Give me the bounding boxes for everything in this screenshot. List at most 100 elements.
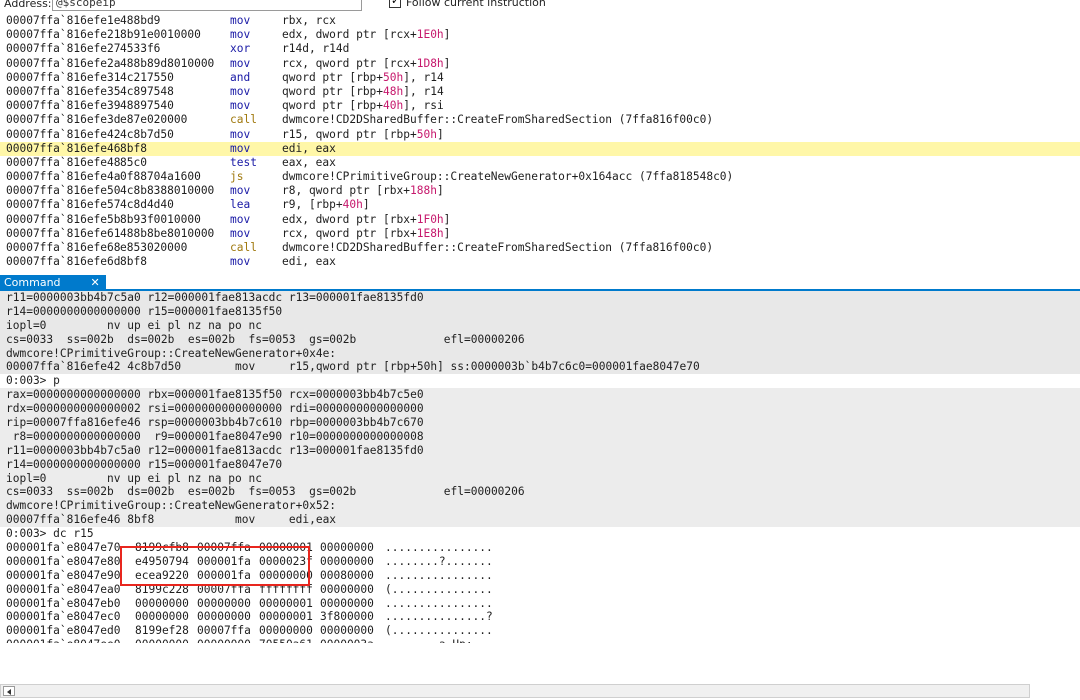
close-icon[interactable]: ✕: [91, 276, 100, 289]
instruction-row[interactable]: 00007ffa`816efe5b 8b93f0010000 mov edx, dwo…: [0, 213, 1080, 227]
instruction-bytes: e853020000: [120, 241, 188, 254]
instruction-operands: dwmcore!CD2DSharedBuffer::CreateFromShar…: [282, 241, 714, 254]
instruction-address: 00007ffa`816efe46: [6, 141, 121, 155]
instruction-bytes: 8bf8: [120, 255, 147, 269]
instruction-address: 00007ffa`816efe39: [6, 99, 121, 113]
memory-dword: 00000000: [197, 596, 251, 610]
current-instruction-row[interactable]: 00007ffa`816efe46 8bf8 mov edi, eax: [0, 141, 1080, 156]
instruction-row[interactable]: 00007ffa`816efe21 8b91e0010000 mov edx, dwo…: [0, 28, 1080, 42]
address-label: Address:: [4, 0, 52, 10]
instruction-address: 00007ffa`816efe6d: [6, 255, 121, 269]
memory-ascii: ........a.Up:...: [385, 638, 493, 643]
memory-ascii: (...............: [385, 582, 493, 596]
memory-ascii: ................: [385, 596, 493, 610]
output-line: rdx=0000000000000002 rsi=000000000000000…: [6, 402, 424, 416]
output-line: cs=0033 ss=002b ds=002b es=002b fs=0053 …: [6, 332, 525, 346]
prompt-dc: 0:003> dc r15: [6, 527, 94, 541]
memory-dword: 00000000: [320, 596, 374, 610]
output-line: iopl=0 nv up ei pl nz na po nc: [6, 318, 262, 332]
memory-dword: 00000000: [320, 582, 374, 596]
memory-row: 000001fa`e8047ee0 00000000 00000000 70550a6…: [0, 638, 1080, 643]
memory-ascii: ...............?: [385, 610, 493, 624]
instruction-address: 00007ffa`816efe21: [6, 28, 121, 42]
instruction-address: 00007ffa`816efe31: [6, 70, 121, 84]
instruction-row[interactable]: 00007ffa`816efe31 4c217550 and qword ptr [r…: [0, 71, 1080, 85]
instruction-row[interactable]: 00007ffa`816efe3d e87e020000 call dwmcore!C…: [0, 113, 1080, 127]
tab-command-label: Command: [4, 276, 61, 289]
memory-ascii: ................: [385, 541, 493, 555]
instruction-bytes: 8bf8: [120, 141, 147, 155]
output-line: cs=0033 ss=002b ds=002b es=002b fs=0053 …: [6, 485, 525, 499]
instruction-row[interactable]: 00007ffa`816efe4a 0f88704a1600 js dwmcore!C…: [0, 170, 1080, 184]
instruction-bytes: 4c8b7d50: [120, 127, 174, 141]
memory-address: 000001fa`e8047ea0: [6, 582, 121, 596]
instruction-operands: edi, eax: [282, 255, 336, 269]
instruction-row[interactable]: 00007ffa`816efe61 488b8be8010000 mov rcx, q…: [0, 227, 1080, 241]
instruction-row[interactable]: 00007ffa`816efe6d 8bf8 mov edi, eax: [0, 255, 1080, 269]
instruction-address: 00007ffa`816efe3d: [6, 113, 121, 127]
instruction-mnemonic: mov: [230, 226, 251, 240]
memory-address: 000001fa`e8047e80: [6, 554, 121, 568]
instruction-address: 00007ffa`816efe2a: [6, 56, 121, 70]
instruction-mnemonic: mov: [230, 84, 251, 98]
command-input-area[interactable]: [0, 645, 1080, 681]
follow-checkbox[interactable]: [389, 0, 401, 8]
instruction-address: 00007ffa`816efe48: [6, 155, 121, 169]
instruction-operands: eax, eax: [282, 155, 336, 169]
instruction-row[interactable]: 00007ffa`816efe42 4c8b7d50 mov r15, qword p…: [0, 128, 1080, 142]
instruction-row[interactable]: 00007ffa`816efe57 4c8d4d40 lea r9, [rbp+40h…: [0, 198, 1080, 212]
instruction-address: 00007ffa`816efe27: [6, 42, 121, 56]
output-line: r11=0000003bb4b7c5a0 r12=000001fae813acd…: [6, 443, 424, 457]
instruction-operands: r14d, r14d: [282, 42, 350, 56]
command-output: r11=0000003bb4b7c5a0 r12=000001fae813acd…: [0, 291, 1080, 643]
instruction-row[interactable]: 00007ffa`816efe39 48897540 mov qword ptr [r…: [0, 99, 1080, 113]
address-bar: Address: @$scopeip Follow current instru…: [0, 0, 1080, 14]
instruction-bytes: 4c8b8388010000: [120, 184, 215, 198]
instruction-bytes: 48897540: [120, 99, 174, 113]
memory-dword: 3f800000: [320, 610, 374, 624]
memory-dword: 00000000: [320, 541, 374, 555]
instruction-bytes: 4c897548: [120, 84, 174, 98]
memory-row: 000001fa`e8047eb0 00000000 00000000 0000000…: [0, 597, 1080, 611]
memory-address: 000001fa`e8047ee0: [6, 638, 121, 643]
scroll-left-icon[interactable]: [3, 686, 15, 696]
address-input[interactable]: @$scopeip: [52, 0, 362, 11]
instruction-bytes: 488b89d8010000: [120, 56, 215, 70]
output-line: r11=0000003bb4b7c5a0 r12=000001fae813acd…: [6, 291, 424, 304]
instruction-row[interactable]: 00007ffa`816efe35 4c897548 mov qword ptr [r…: [0, 85, 1080, 99]
instruction-operands: dwmcore!CD2DSharedBuffer::CreateFromShar…: [282, 113, 714, 127]
instruction-mnemonic: and: [230, 70, 251, 84]
instruction-operands: r9, [rbp+40h]: [282, 198, 370, 212]
instruction-row[interactable]: 00007ffa`816efe68 e853020000 call dwmcore!C…: [0, 241, 1080, 255]
instruction-mnemonic: mov: [230, 212, 251, 226]
instruction-address: 00007ffa`816efe68: [6, 241, 121, 254]
output-line: rip=00007ffa816efe46 rsp=0000003bb4b7c61…: [6, 416, 424, 430]
output-line: iopl=0 nv up ei pl nz na po nc: [6, 471, 262, 485]
memory-dword: 0000003a: [320, 638, 374, 643]
instruction-row[interactable]: 00007ffa`816efe50 4c8b8388010000 mov r8, qw…: [0, 184, 1080, 198]
instruction-row[interactable]: 00007ffa`816efe1e 488bd9 mov rbx, rcx: [0, 14, 1080, 28]
horizontal-scrollbar[interactable]: [0, 684, 1030, 698]
instruction-operands: rcx, qword ptr [rbx+1E8h]: [282, 226, 451, 240]
instruction-mnemonic: call: [230, 241, 257, 254]
instruction-row[interactable]: 00007ffa`816efe2a 488b89d8010000 mov rcx, q…: [0, 57, 1080, 71]
annotation-highlight-box: [120, 546, 310, 586]
instruction-operands: qword ptr [rbp+40h], rsi: [282, 99, 444, 113]
current-step-output: rax=0000000000000000 rbx=000001fae8135f5…: [0, 388, 1080, 528]
follow-label: Follow current instruction: [406, 0, 546, 9]
instruction-operands: rbx, rcx: [282, 14, 336, 27]
instruction-mnemonic: xor: [230, 42, 251, 56]
memory-address: 000001fa`e8047e90: [6, 568, 121, 582]
instruction-address: 00007ffa`816efe5b: [6, 212, 121, 226]
instruction-address: 00007ffa`816efe4a: [6, 170, 121, 184]
instruction-bytes: 8b93f0010000: [120, 212, 201, 226]
disassembly-listing[interactable]: 00007ffa`816efe1e 488bd9 mov rbx, rcx 00007f…: [0, 14, 1080, 269]
memory-dword: 00080000: [320, 568, 374, 582]
memory-dword: 00000000: [197, 638, 251, 643]
instruction-row[interactable]: 00007ffa`816efe48 85c0 test eax, eax: [0, 156, 1080, 170]
instruction-row[interactable]: 00007ffa`816efe27 4533f6 xor r14d, r14d: [0, 42, 1080, 56]
memory-dword: 00000000: [320, 554, 374, 568]
memory-dword: 8199ef28: [135, 624, 189, 638]
instruction-mnemonic: test: [230, 155, 257, 169]
memory-address: 000001fa`e8047e70: [6, 541, 121, 555]
